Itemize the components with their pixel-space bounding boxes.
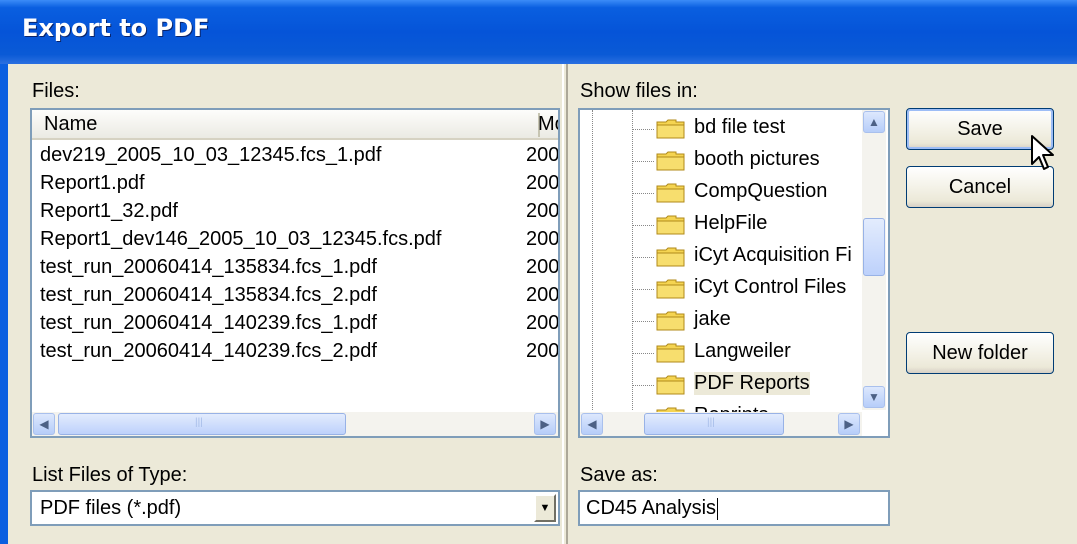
- folder-label: HelpFile: [694, 212, 768, 234]
- file-name: Report1_32.pdf: [40, 200, 178, 222]
- folder-item[interactable]: Langweiler: [580, 338, 860, 368]
- file-name: test_run_20060414_135834.fcs_1.pdf: [40, 256, 377, 278]
- file-row[interactable]: test_run_20060414_135834.fcs_1.pdf 200: [40, 256, 558, 282]
- folder-icon: [656, 375, 685, 395]
- folder-item[interactable]: bd file test: [580, 114, 860, 144]
- folder-label: jake: [694, 308, 731, 330]
- folder-label: booth pictures: [694, 148, 820, 170]
- tree-line: [632, 161, 654, 162]
- scroll-thumb[interactable]: [863, 218, 885, 276]
- save-as-value: CD45 Analysis: [586, 497, 719, 520]
- file-row[interactable]: test_run_20060414_140239.fcs_2.pdf 200: [40, 340, 558, 366]
- column-header-modified[interactable]: Modified: [538, 113, 558, 136]
- file-row[interactable]: test_run_20060414_135834.fcs_2.pdf 200: [40, 284, 558, 310]
- folder-item[interactable]: iCyt Acquisition Fi: [580, 242, 860, 272]
- tree-line: [632, 257, 654, 258]
- file-row[interactable]: Report1_dev146_2005_10_03_12345.fcs.pdf 2…: [40, 228, 558, 254]
- file-type-combo[interactable]: PDF files (*.pdf) ▼: [30, 490, 560, 526]
- save-as-label: Save as:: [580, 464, 658, 486]
- folder-icon: [656, 279, 685, 299]
- scroll-left-icon[interactable]: ◀: [33, 413, 55, 435]
- file-list[interactable]: Name Modified dev219_2005_10_03_12345.fc…: [30, 108, 560, 438]
- folder-label: iCyt Control Files: [694, 276, 847, 298]
- file-modified: 200: [526, 340, 558, 362]
- export-dialog: Export to PDF Files: Name Modified dev21…: [0, 0, 1077, 544]
- file-modified: 200: [526, 172, 558, 194]
- scroll-right-icon[interactable]: ▶: [534, 413, 556, 435]
- file-name: Report1_dev146_2005_10_03_12345.fcs.pdf: [40, 228, 442, 250]
- file-name: dev219_2005_10_03_12345.fcs_1.pdf: [40, 144, 382, 166]
- folder-icon: [656, 311, 685, 331]
- files-label: Files:: [32, 80, 80, 102]
- file-modified: 200: [526, 228, 558, 250]
- folder-icon: [656, 343, 685, 363]
- title-bar[interactable]: Export to PDF: [0, 0, 1077, 64]
- file-name: test_run_20060414_140239.fcs_1.pdf: [40, 312, 377, 334]
- show-files-in-label: Show files in:: [580, 80, 698, 102]
- folder-icon: [656, 183, 685, 203]
- folder-icon: [656, 151, 685, 171]
- scroll-up-icon[interactable]: ▲: [863, 111, 885, 133]
- scroll-right-icon[interactable]: ▶: [838, 413, 860, 435]
- file-name: test_run_20060414_135834.fcs_2.pdf: [40, 284, 377, 306]
- tree-line: [632, 353, 654, 354]
- file-list-header: Name Modified: [32, 110, 558, 140]
- dialog-title: Export to PDF: [22, 14, 210, 42]
- scroll-down-icon[interactable]: ▼: [863, 386, 885, 408]
- folder-item[interactable]: HelpFile: [580, 210, 860, 240]
- file-type-label: List Files of Type:: [32, 464, 188, 486]
- new-folder-button[interactable]: New folder: [906, 332, 1054, 374]
- grip-icon: |||: [195, 417, 203, 428]
- tree-line: [632, 129, 654, 130]
- tree-line: [632, 225, 654, 226]
- file-row[interactable]: Report1.pdf 200: [40, 172, 558, 198]
- folder-icon: [656, 119, 685, 139]
- file-list-hscrollbar[interactable]: ◀ ||| ▶: [32, 412, 558, 436]
- folder-tree-vscrollbar[interactable]: ▲ ▼: [862, 110, 886, 410]
- file-modified: 200: [526, 256, 558, 278]
- folder-label: CompQuestion: [694, 180, 828, 202]
- folder-label: Langweiler: [694, 340, 791, 362]
- file-type-value: PDF files (*.pdf): [40, 497, 182, 519]
- folder-tree[interactable]: bd file test booth pictures CompQuestion He…: [578, 108, 890, 438]
- scroll-thumb[interactable]: |||: [58, 413, 346, 435]
- folder-icon: [656, 247, 685, 267]
- file-row[interactable]: dev219_2005_10_03_12345.fcs_1.pdf 200: [40, 144, 558, 170]
- file-name: test_run_20060414_140239.fcs_2.pdf: [40, 340, 377, 362]
- folder-icon: [656, 215, 685, 235]
- save-as-input[interactable]: CD45 Analysis: [578, 490, 890, 526]
- folder-label: bd file test: [694, 116, 786, 138]
- dropdown-arrow-icon[interactable]: ▼: [534, 494, 556, 522]
- save-as-text: CD45 Analysis: [586, 497, 717, 519]
- grip-icon: |||: [707, 417, 715, 428]
- folder-tree-hscrollbar[interactable]: ◀ ||| ▶: [580, 412, 862, 436]
- text-caret: [717, 497, 719, 520]
- file-modified: 200: [526, 312, 558, 334]
- file-row[interactable]: test_run_20060414_140239.fcs_1.pdf 200: [40, 312, 558, 338]
- window-border: [0, 64, 8, 544]
- folder-label: PDF Reports: [694, 372, 810, 395]
- folder-item[interactable]: iCyt Control Files: [580, 274, 860, 304]
- tree-line: [632, 289, 654, 290]
- folder-item[interactable]: jake: [580, 306, 860, 336]
- tree-line: [632, 385, 654, 386]
- folder-item[interactable]: CompQuestion: [580, 178, 860, 208]
- file-modified: 200: [526, 284, 558, 306]
- file-modified: 200: [526, 144, 558, 166]
- mouse-pointer-icon: [1031, 135, 1054, 170]
- folder-item[interactable]: PDF Reports: [580, 370, 860, 400]
- file-row[interactable]: Report1_32.pdf 200: [40, 200, 558, 226]
- folder-item[interactable]: booth pictures: [580, 146, 860, 176]
- scroll-left-icon[interactable]: ◀: [581, 413, 603, 435]
- file-modified: 200: [526, 200, 558, 222]
- pane-divider[interactable]: [562, 64, 568, 544]
- file-name: Report1.pdf: [40, 172, 145, 194]
- folder-label: iCyt Acquisition Fi: [694, 244, 852, 266]
- scroll-thumb[interactable]: |||: [644, 413, 784, 435]
- tree-line: [632, 321, 654, 322]
- column-header-name[interactable]: Name: [44, 113, 540, 137]
- tree-line: [632, 193, 654, 194]
